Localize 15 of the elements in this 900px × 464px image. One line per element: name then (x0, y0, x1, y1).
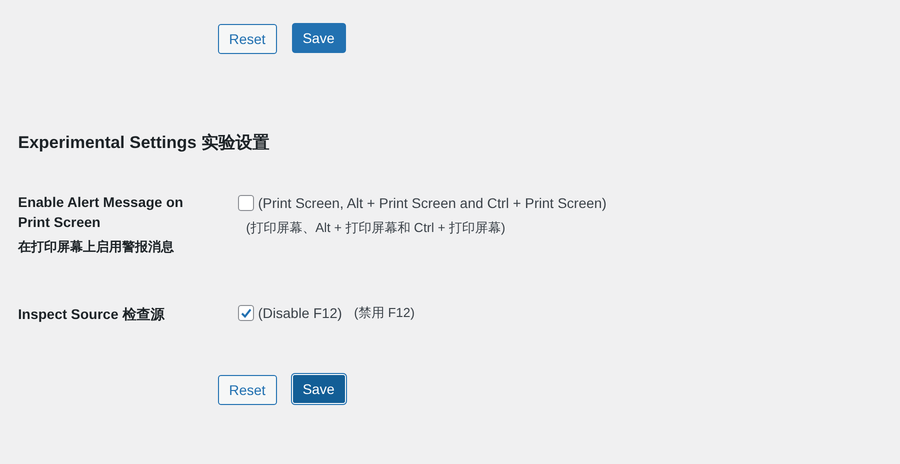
reset-button[interactable]: Reset (218, 24, 277, 54)
setting-label-translation: 在打印屏幕上启用警报消息 (18, 238, 174, 256)
checkbox[interactable] (238, 195, 254, 211)
checkmark-icon (240, 307, 252, 319)
setting-note: (禁用 F12) (354, 304, 415, 322)
save-button[interactable]: Save (292, 374, 346, 404)
setting-description: (Disable F12) (258, 305, 342, 321)
setting-label: Enable Alert Message on Print Screen (18, 193, 184, 232)
checkbox[interactable] (238, 305, 254, 321)
reset-button[interactable]: Reset (218, 375, 277, 405)
setting-note: (打印屏幕、Alt + 打印屏幕和 Ctrl + 打印屏幕) (246, 219, 506, 237)
setting-description: (Print Screen, Alt + Print Screen and Ctrl + Print Screen) (258, 195, 607, 211)
setting-label: Inspect Source 检查源 (18, 305, 164, 324)
section-heading: Experimental Settings 实验设置 (18, 132, 270, 154)
save-button[interactable]: Save (292, 22, 346, 52)
